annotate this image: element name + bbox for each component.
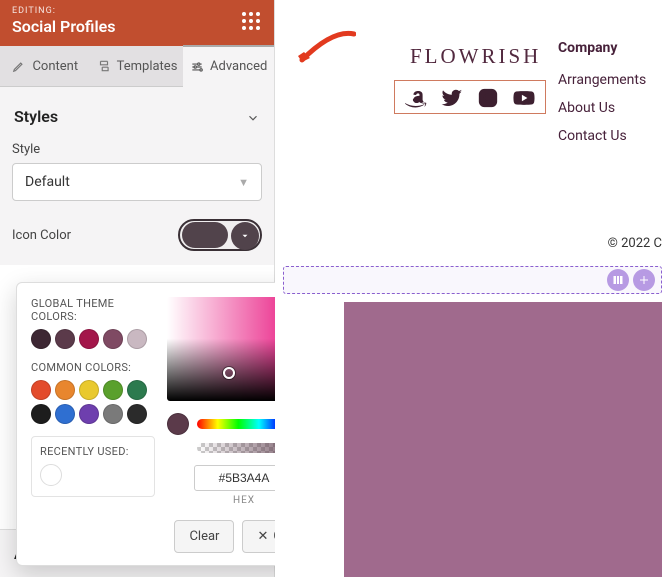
global-colors-label: GLOBAL THEME COLORS:	[31, 297, 155, 323]
amazon-icon[interactable]	[405, 87, 427, 109]
chevron-down-icon	[246, 110, 260, 124]
icon-color-label: Icon Color	[12, 228, 71, 243]
color-swatch[interactable]	[127, 380, 147, 400]
templates-icon	[97, 59, 111, 73]
color-swatch[interactable]	[127, 404, 147, 424]
social-icons-box	[394, 80, 546, 114]
editing-caption: EDITING:	[12, 6, 115, 16]
current-color-swatch	[167, 413, 189, 435]
instagram-icon[interactable]	[477, 87, 499, 109]
clear-button[interactable]: Clear	[174, 520, 234, 553]
footer-link-about[interactable]: About Us	[558, 100, 646, 116]
layout-drop-zone[interactable]	[283, 266, 662, 294]
preview-section-bg	[344, 302, 662, 577]
drag-handle-icon[interactable]	[240, 10, 262, 32]
pencil-icon	[12, 59, 26, 73]
styles-section: Styles Style Default ▼ Icon Color	[0, 87, 274, 265]
tab-templates[interactable]: Templates	[91, 46, 184, 86]
gradient-cursor-icon[interactable]	[223, 367, 235, 379]
block-title: Social Profiles	[12, 17, 115, 36]
icon-color-swatch	[182, 222, 228, 248]
sliders-icon	[190, 60, 204, 74]
icon-color-control[interactable]	[178, 219, 262, 251]
common-colors-row	[31, 380, 155, 424]
global-colors-row	[31, 329, 155, 349]
color-swatch[interactable]	[103, 380, 123, 400]
clear-button-label: Clear	[189, 529, 219, 544]
color-swatch[interactable]	[103, 329, 123, 349]
color-swatch[interactable]	[127, 329, 147, 349]
styles-section-header[interactable]: Styles	[12, 101, 262, 142]
recently-used-label: RECENTLY USED:	[40, 445, 146, 458]
color-swatch[interactable]	[55, 329, 75, 349]
footer-link-contact[interactable]: Contact Us	[558, 128, 646, 144]
common-colors-label: COMMON COLORS:	[31, 361, 155, 374]
color-swatch[interactable]	[31, 329, 51, 349]
company-column: Company Arrangements About Us Contact Us	[558, 40, 646, 156]
panel-tabs: Content Templates Advanced	[0, 46, 274, 87]
tab-advanced[interactable]: Advanced	[183, 45, 274, 86]
color-swatch[interactable]	[55, 380, 75, 400]
color-swatch[interactable]	[55, 404, 75, 424]
copyright-text: © 2022 C	[608, 236, 662, 251]
icon-color-expand-button[interactable]	[231, 222, 259, 250]
styles-heading: Styles	[14, 107, 58, 126]
color-swatch[interactable]	[31, 404, 51, 424]
youtube-icon[interactable]	[513, 87, 535, 109]
close-icon: ✕	[257, 529, 268, 544]
tab-content[interactable]: Content	[0, 46, 91, 86]
brand-logo-text: FLOWRISH	[410, 44, 541, 69]
panel-header: EDITING: Social Profiles	[0, 0, 274, 46]
twitter-icon[interactable]	[441, 87, 463, 109]
style-select[interactable]: Default ▼	[12, 163, 262, 201]
tab-templates-label: Templates	[117, 59, 178, 74]
tab-content-label: Content	[32, 59, 78, 74]
style-select-value: Default	[25, 174, 70, 190]
company-heading: Company	[558, 40, 646, 56]
columns-button[interactable]	[607, 269, 629, 291]
color-swatch[interactable]	[79, 329, 99, 349]
recently-used-box: RECENTLY USED:	[31, 436, 155, 497]
color-swatch[interactable]	[31, 380, 51, 400]
add-button[interactable]	[633, 269, 655, 291]
style-field-label: Style	[12, 142, 262, 157]
footer-link-arrangements[interactable]: Arrangements	[558, 72, 646, 88]
caret-down-icon: ▼	[238, 176, 249, 189]
recent-color-swatch[interactable]	[40, 464, 62, 486]
color-swatch[interactable]	[103, 404, 123, 424]
color-swatch[interactable]	[79, 380, 99, 400]
tab-advanced-label: Advanced	[210, 59, 267, 74]
color-swatch[interactable]	[79, 404, 99, 424]
